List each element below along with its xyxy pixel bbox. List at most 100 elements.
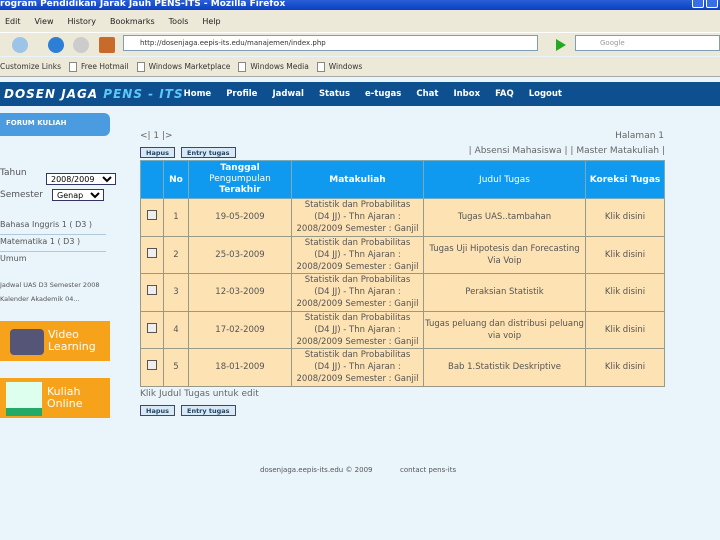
row-date: 25-03-2009 <box>188 235 292 274</box>
nav-home[interactable]: Home <box>184 89 212 99</box>
header-koreksi: Koreksi Tugas <box>585 160 665 199</box>
bookmark-windows[interactable]: Windows <box>316 61 363 72</box>
hapus-button-bottom[interactable]: Hapus <box>140 405 175 416</box>
site-logo: DOSEN JAGA PENS - ITS <box>4 87 184 101</box>
minimize-button[interactable] <box>692 0 704 8</box>
row-checkbox[interactable] <box>147 247 157 258</box>
reload-icon[interactable] <box>48 37 64 53</box>
site-header: DOSEN JAGA PENS - ITS Home Profile Jadwa… <box>0 82 720 106</box>
row-judul[interactable]: Peraksian Statistik <box>423 273 586 312</box>
kalender-link[interactable]: Kalender Akademik 04... <box>0 295 80 303</box>
kuliah-online-banner[interactable]: Kuliah Online <box>0 378 110 418</box>
judul-link[interactable]: Tugas UAS..tambahan <box>458 212 551 222</box>
video-learning-banner[interactable]: Video Learning <box>0 321 110 361</box>
footer-contact[interactable]: contact pens-its <box>400 466 456 474</box>
row-checkbox[interactable] <box>147 285 157 296</box>
nav-status[interactable]: Status <box>319 89 350 99</box>
koreksi-link[interactable]: Klik disini <box>605 250 645 260</box>
row-checkbox[interactable] <box>147 322 157 333</box>
tahun-label: Tahun <box>0 168 27 178</box>
course-link-bahasa-inggris[interactable]: Bahasa Inggris 1 ( D3 ) <box>0 218 106 235</box>
table-row: 1 19-05-2009 Statistik dan Probabilitas(… <box>140 198 665 237</box>
row-matakuliah: Statistik dan Probabilitas (D4 JJ) - Thn … <box>291 235 424 274</box>
nav-inbox[interactable]: Inbox <box>453 89 480 99</box>
judul-link[interactable]: Peraksian Statistik <box>465 287 543 297</box>
bookmark-windows-marketplace[interactable]: Windows Marketplace <box>136 61 230 72</box>
course-link-matematika[interactable]: Matematika 1 ( D3 ) <box>0 235 106 252</box>
forum-kuliah-button[interactable]: FORUM KULIAH <box>0 113 110 136</box>
nav-e-tugas[interactable]: e-tugas <box>365 89 401 99</box>
koreksi-link[interactable]: Klik disini <box>605 325 645 335</box>
bookmark-customize-links[interactable]: Customize Links <box>0 62 61 71</box>
pager[interactable]: <| 1 |> <box>140 131 173 141</box>
row-judul[interactable]: Tugas Uji Hipotesis dan Forecasting Via … <box>423 235 586 274</box>
bookmark-label: Windows <box>328 62 363 71</box>
entry-tugas-button-top[interactable]: Entry tugas <box>181 147 236 158</box>
forward-icon[interactable] <box>12 37 28 53</box>
row-koreksi[interactable]: Klik disini <box>585 348 665 387</box>
row-koreksi[interactable]: Klik disini <box>585 273 665 312</box>
row-select[interactable] <box>140 310 164 349</box>
header-select <box>140 160 164 199</box>
row-no: 5 <box>163 348 189 387</box>
entry-tugas-button-bottom[interactable]: Entry tugas <box>181 405 236 416</box>
jadwal-uas-link[interactable]: Jadwal UAS D3 Semester 2008 <box>0 281 99 289</box>
menu-edit[interactable]: Edit <box>5 17 21 26</box>
course-link-umum[interactable]: Umum <box>0 252 106 269</box>
nav-chat[interactable]: Chat <box>416 89 438 99</box>
home-icon[interactable] <box>99 37 115 53</box>
bookmark-windows-media[interactable]: Windows Media <box>238 61 309 72</box>
row-no: 1 <box>163 198 189 237</box>
koreksi-link[interactable]: Klik disini <box>605 212 645 222</box>
row-select[interactable] <box>140 273 164 312</box>
menu-help[interactable]: Help <box>202 17 220 26</box>
nav-faq[interactable]: FAQ <box>495 89 514 99</box>
row-date: 18-01-2009 <box>188 348 292 387</box>
window-controls[interactable] <box>692 0 718 8</box>
row-judul[interactable]: Tugas peluang dan distribusi peluang via… <box>423 310 586 349</box>
video-camera-icon <box>10 329 44 355</box>
row-judul[interactable]: Tugas UAS..tambahan <box>423 198 586 237</box>
url-input[interactable]: http://dosenjaga.eepis-its.edu/manajemen… <box>123 35 538 51</box>
row-koreksi[interactable]: Klik disini <box>585 310 665 349</box>
nav-jadwal[interactable]: Jadwal <box>272 89 304 99</box>
bookmarks-toolbar: Customize Links Free Hotmail Windows Mar… <box>0 57 720 77</box>
stop-icon[interactable] <box>73 37 89 53</box>
bookmark-free-hotmail[interactable]: Free Hotmail <box>69 61 129 72</box>
maximize-button[interactable] <box>706 0 718 8</box>
menu-bar: Edit View History Bookmarks Tools Help <box>0 10 720 32</box>
menu-history[interactable]: History <box>67 17 95 26</box>
go-icon[interactable] <box>556 39 566 51</box>
row-judul[interactable]: Bab 1.Statistik Deskriptive <box>423 348 586 387</box>
row-no: 3 <box>163 273 189 312</box>
bookmark-label: Free Hotmail <box>81 62 129 71</box>
menu-view[interactable]: View <box>35 17 54 26</box>
judul-link[interactable]: Bab 1.Statistik Deskriptive <box>448 362 561 372</box>
row-select[interactable] <box>140 235 164 274</box>
koreksi-link[interactable]: Klik disini <box>605 362 645 372</box>
row-koreksi[interactable]: Klik disini <box>585 235 665 274</box>
tahun-select[interactable]: 2008/2009 <box>46 173 116 185</box>
row-matakuliah: Statistik dan Probabilitas (D4 JJ) - Thn … <box>291 198 424 237</box>
semester-select[interactable]: Genap <box>52 189 104 201</box>
menu-bookmarks[interactable]: Bookmarks <box>110 17 155 26</box>
nav-logout[interactable]: Logout <box>529 89 562 99</box>
promo-text: Learning <box>48 340 96 353</box>
hapus-button-top[interactable]: Hapus <box>140 147 175 158</box>
row-select[interactable] <box>140 348 164 387</box>
absensi-master-links[interactable]: | Absensi Mahasiswa | | Master Matakulia… <box>469 146 665 156</box>
search-input[interactable]: Google <box>575 35 720 51</box>
row-checkbox[interactable] <box>147 210 157 221</box>
row-koreksi[interactable]: Klik disini <box>585 198 665 237</box>
page-icon <box>136 61 145 72</box>
row-no: 2 <box>163 235 189 274</box>
menu-tools[interactable]: Tools <box>169 17 189 26</box>
header-judul: Judul Tugas <box>423 160 586 199</box>
header-no: No <box>163 160 189 199</box>
judul-link[interactable]: Tugas peluang dan distribusi peluang via… <box>425 319 584 341</box>
judul-link[interactable]: Tugas Uji Hipotesis dan Forecasting Via … <box>429 244 579 266</box>
row-checkbox[interactable] <box>147 360 157 371</box>
row-select[interactable] <box>140 198 164 237</box>
koreksi-link[interactable]: Klik disini <box>605 287 645 297</box>
nav-profile[interactable]: Profile <box>226 89 257 99</box>
